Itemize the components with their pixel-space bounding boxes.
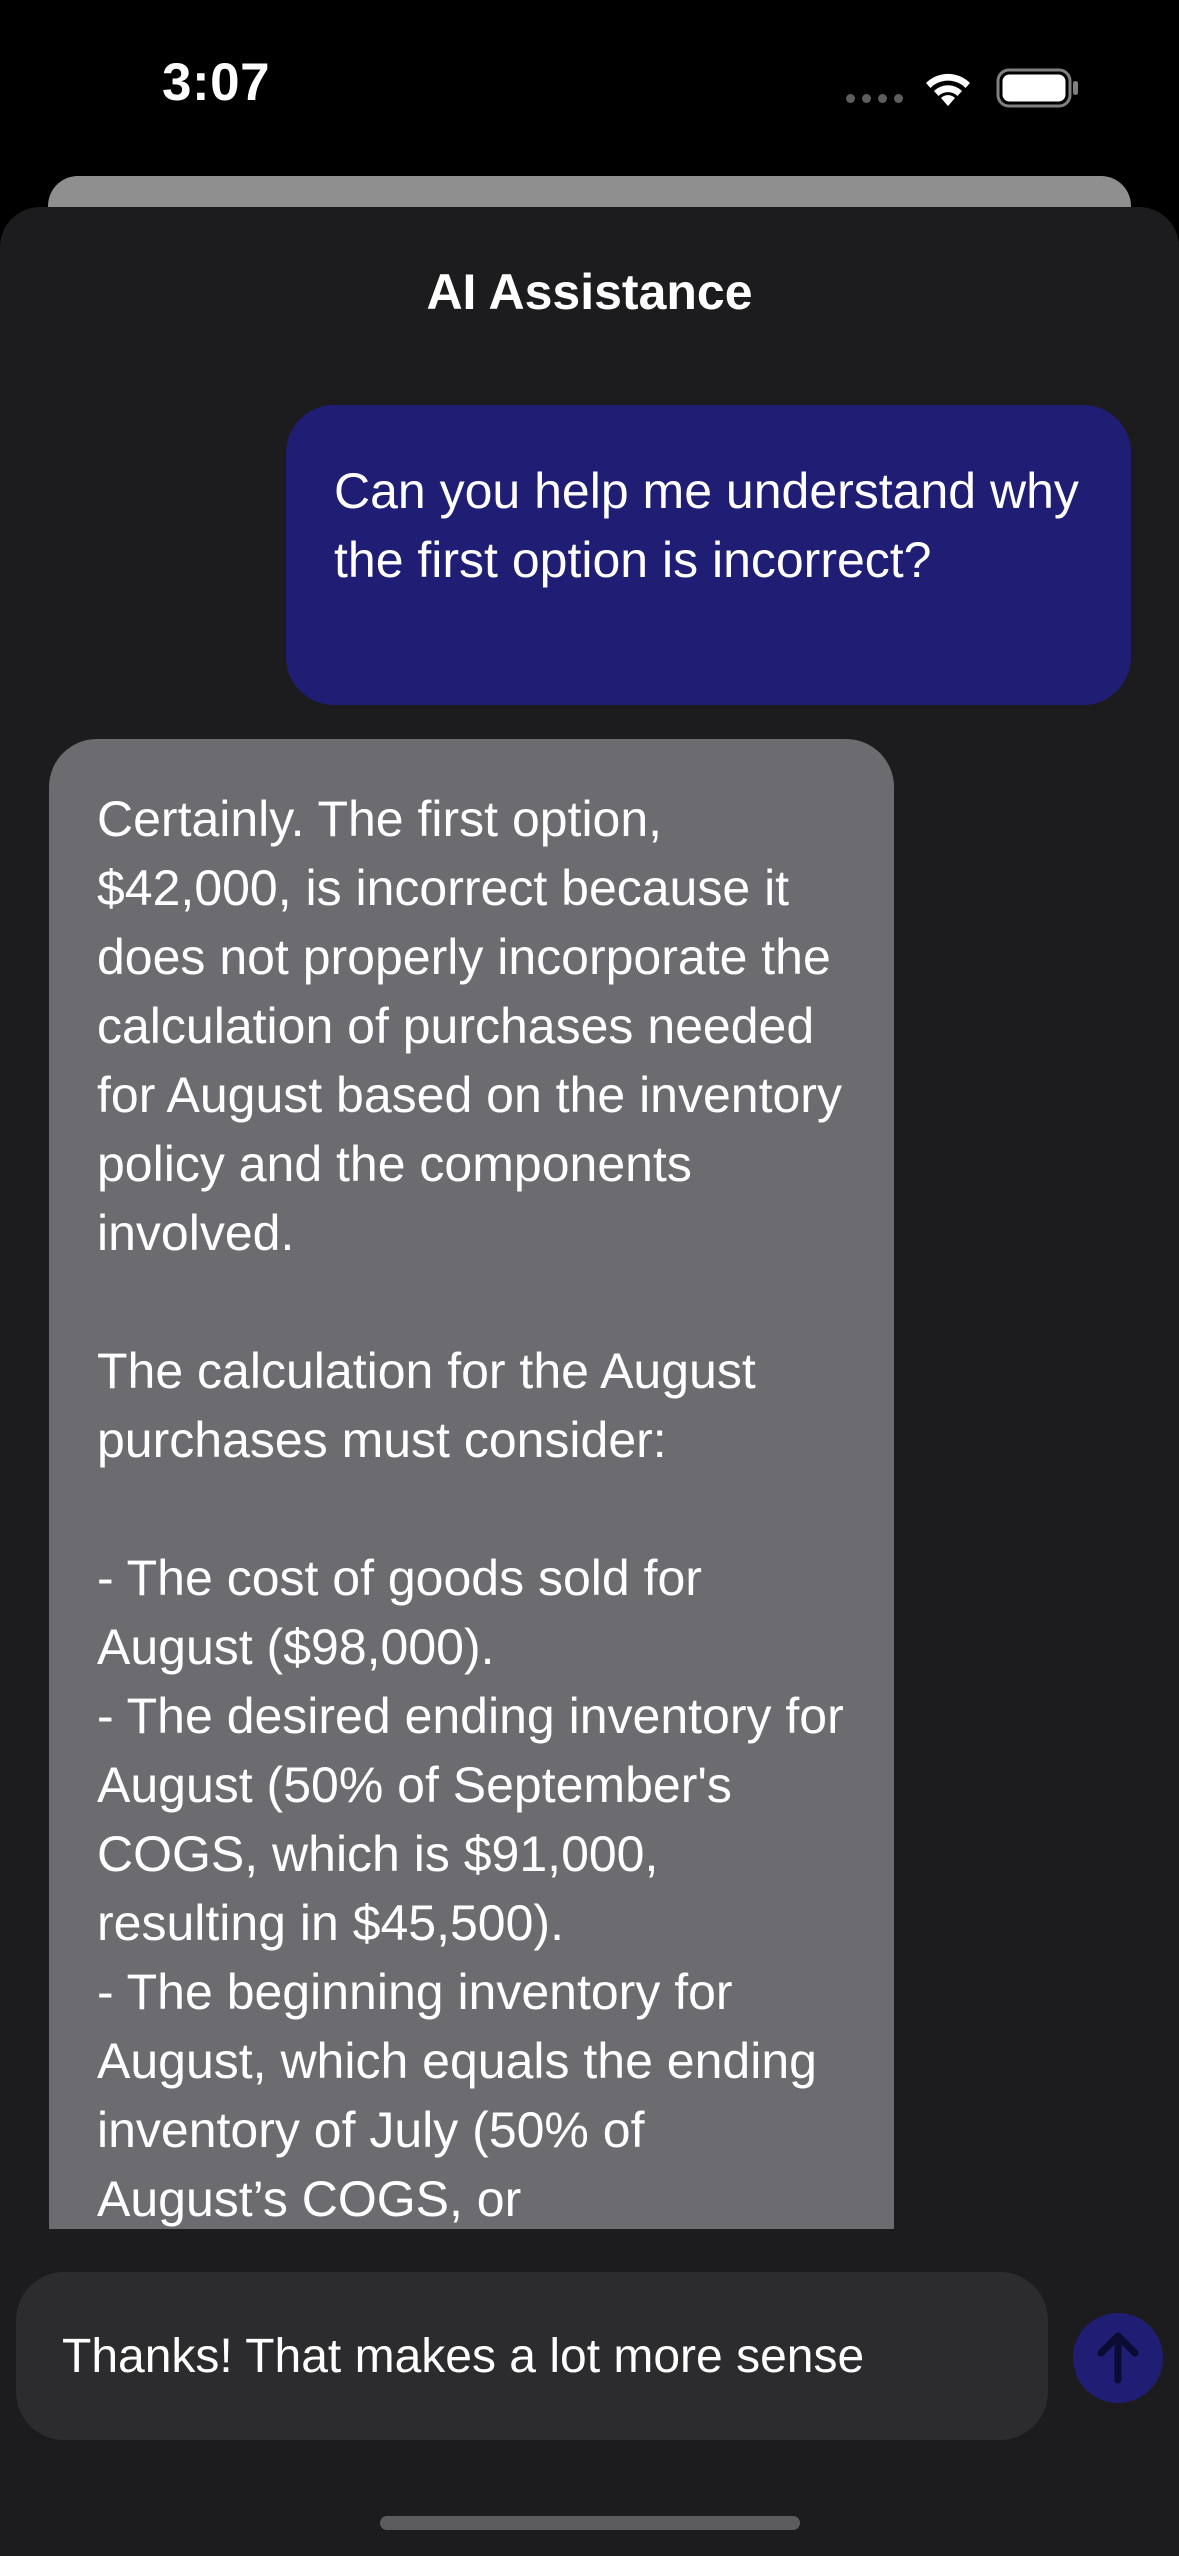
sheet-title: AI Assistance (426, 264, 753, 320)
user-message-bubble: Can you help me understand why the first… (286, 405, 1131, 705)
cellular-signal-icon (846, 94, 903, 103)
message-input[interactable] (16, 2272, 1048, 2440)
assistant-message-scroll[interactable]: Certainly. The first option, $42,000, is… (49, 739, 894, 2229)
home-indicator[interactable] (380, 2516, 800, 2530)
send-button[interactable] (1073, 2313, 1163, 2403)
status-time: 3:07 (162, 53, 271, 112)
ai-assistance-sheet: AI Assistance Can you help me understand… (0, 207, 1179, 2556)
battery-icon (996, 68, 1078, 108)
status-bar: 3:07 (0, 0, 1179, 170)
assistant-message-bubble: Certainly. The first option, $42,000, is… (49, 739, 894, 2229)
arrow-up-icon (1097, 2332, 1139, 2384)
screen: 3:07 AI Assistance Can you help me under… (0, 0, 1179, 2556)
wifi-icon (926, 73, 970, 106)
